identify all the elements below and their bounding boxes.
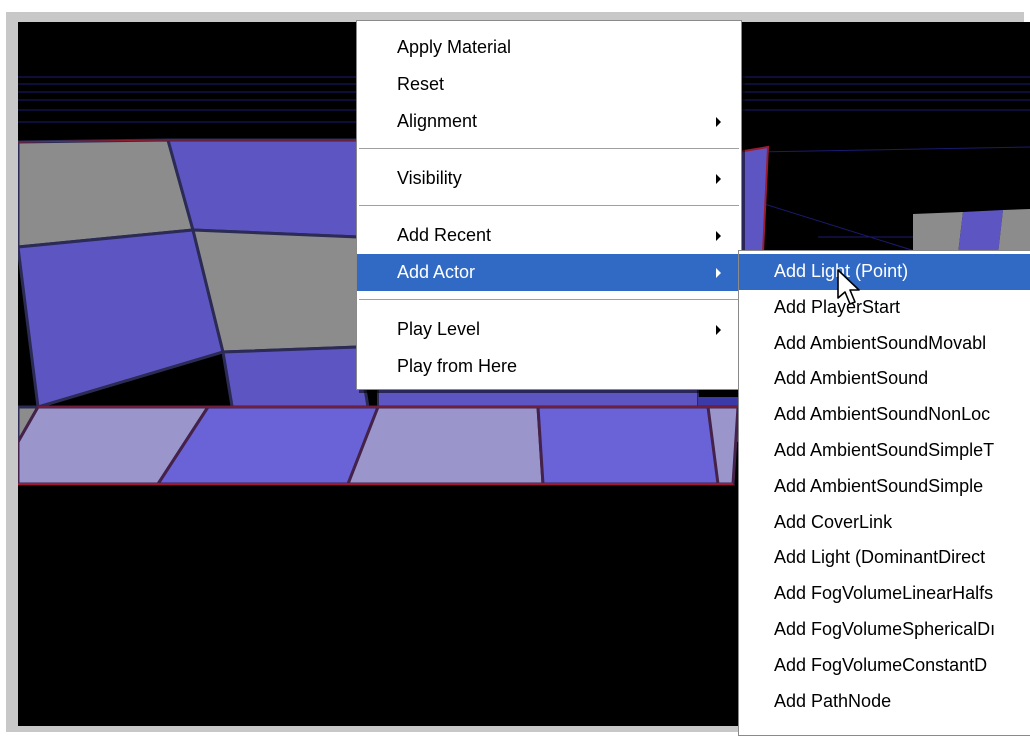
menu-item-label: Reset (397, 74, 445, 94)
menu-separator (359, 148, 739, 152)
menu-item-visibility[interactable]: Visibility (357, 160, 741, 197)
submenu-item-label: Add AmbientSoundSimpleT (774, 439, 995, 460)
submenu-item-add-pathnode[interactable]: Add PathNode (739, 684, 1030, 720)
submenu-item-add-fogvolumeconstantdensity[interactable]: Add FogVolumeConstantD (739, 648, 1030, 684)
submenu-item-label: Add AmbientSoundNonLoc (774, 404, 991, 425)
menu-item-label: Add Actor (397, 262, 476, 282)
submenu-arrow-icon (716, 231, 721, 241)
submenu-arrow-icon (716, 325, 721, 335)
menu-item-reset[interactable]: Reset (357, 66, 741, 103)
submenu-item-add-ambientsoundnonloop[interactable]: Add AmbientSoundNonLoc (739, 397, 1030, 433)
editor-screen: Apply Material Reset Alignment Visibilit… (0, 0, 1030, 736)
menu-item-play-from-here[interactable]: Play from Here (357, 348, 741, 385)
submenu-item-label: Add FogVolumeConstantD (774, 654, 988, 675)
submenu-arrow-icon (716, 174, 721, 184)
menu-item-label: Play from Here (397, 356, 518, 376)
submenu-item-label: Add CoverLink (774, 511, 893, 532)
menu-item-label: Play Level (397, 319, 481, 339)
submenu-item-label: Add FogVolumeSphericalDı (774, 618, 996, 639)
menu-item-label: Visibility (397, 168, 462, 188)
menu-item-alignment[interactable]: Alignment (357, 103, 741, 140)
submenu-item-label: Add AmbientSoundSimple (774, 475, 984, 496)
add-actor-submenu: Add Light (Point) Add PlayerStart Add Am… (738, 250, 1030, 736)
menu-item-label: Alignment (397, 111, 478, 131)
menu-item-add-recent[interactable]: Add Recent (357, 217, 741, 254)
context-menu: Apply Material Reset Alignment Visibilit… (356, 20, 742, 390)
submenu-item-add-ambientsound[interactable]: Add AmbientSound (739, 361, 1030, 397)
submenu-item-label: Add Light (Point) (774, 261, 909, 281)
menu-item-add-actor[interactable]: Add Actor (357, 254, 741, 291)
submenu-item-add-fogvolumelinearhalfspace[interactable]: Add FogVolumeLinearHalfs (739, 576, 1030, 612)
menu-separator (359, 299, 739, 303)
checkered-floor (18, 405, 740, 486)
submenu-item-add-ambientsoundmovable[interactable]: Add AmbientSoundMovabl (739, 326, 1030, 362)
menu-item-play-level[interactable]: Play Level (357, 311, 741, 348)
submenu-item-add-coverlink[interactable]: Add CoverLink (739, 505, 1030, 541)
submenu-item-add-fogvolumesphericaldensity[interactable]: Add FogVolumeSphericalDı (739, 612, 1030, 648)
submenu-item-label: Add PathNode (774, 690, 892, 711)
submenu-item-add-light-point[interactable]: Add Light (Point) (739, 254, 1030, 290)
submenu-arrow-icon (716, 268, 721, 278)
submenu-item-label: Add AmbientSound (774, 368, 929, 389)
submenu-item-add-ambientsoundsimpletoggle[interactable]: Add AmbientSoundSimpleT (739, 433, 1030, 469)
submenu-item-add-light-dominantdirectional[interactable]: Add Light (DominantDirect (739, 540, 1030, 576)
submenu-item-add-ambientsoundsimple[interactable]: Add AmbientSoundSimple (739, 469, 1030, 505)
submenu-item-add-playerstart[interactable]: Add PlayerStart (739, 290, 1030, 326)
submenu-item-label: Add FogVolumeLinearHalfs (774, 583, 994, 604)
menu-separator (359, 205, 739, 209)
menu-item-label: Apply Material (397, 37, 512, 57)
submenu-item-label: Add AmbientSoundMovabl (774, 332, 987, 353)
submenu-item-label: Add Light (DominantDirect (774, 547, 986, 568)
submenu-item-label: Add PlayerStart (774, 296, 901, 317)
menu-item-label: Add Recent (397, 225, 492, 245)
menu-item-apply-material[interactable]: Apply Material (357, 29, 741, 66)
checkered-wall (18, 138, 380, 449)
submenu-arrow-icon (716, 117, 721, 127)
